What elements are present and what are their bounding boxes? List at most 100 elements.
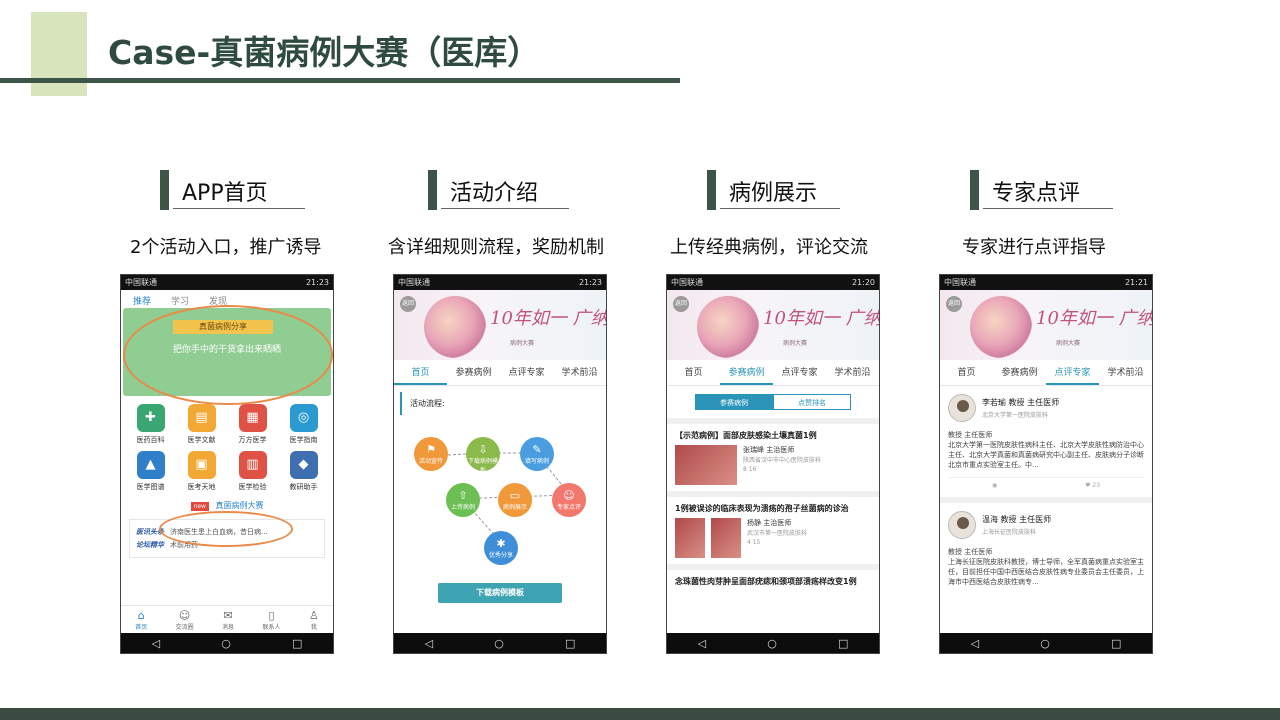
tab-discover[interactable]: 发现 <box>209 294 227 307</box>
avatar <box>948 510 976 539</box>
exam-icon: ▣ <box>187 451 216 479</box>
banner-tag: 病例大赛 <box>783 340 808 347</box>
swirl-logo <box>970 296 1032 358</box>
bottom-tab-contacts[interactable]: ▯ 联系人 <box>262 606 280 633</box>
expert-name: 李若瑜 教授 主任医师 <box>982 398 1060 407</box>
back-icon[interactable]: ◁ <box>152 637 160 650</box>
case-item[interactable]: 【示范病例】面部皮肤感染土壤真菌1例 张瑞峰 主治医师 陕西省汉中市中心医院皮肤… <box>667 418 879 491</box>
highlight-oval-entry <box>159 511 293 547</box>
back-icon[interactable]: ◁ <box>971 637 979 650</box>
section-tabs: 首页 参赛病例 点评专家 学术前沿 <box>940 360 1152 386</box>
grid-item-pedia[interactable]: ✚ 医药百科 <box>125 404 176 445</box>
grid-item-wanfang[interactable]: ▦ 万方医学 <box>227 404 278 445</box>
grid-item-guide[interactable]: ◎ 医学指南 <box>278 404 329 445</box>
expert-meta: ◉ ♥ 23 <box>948 476 1144 489</box>
expert-title: 教授 主任医师 <box>948 547 993 556</box>
bottom-tab-messages[interactable]: ✉ 消息 <box>222 606 234 633</box>
tab-home[interactable]: 首页 <box>940 360 993 385</box>
back-button[interactable]: 返回 <box>946 296 962 312</box>
back-button[interactable]: 返回 <box>673 296 689 312</box>
case-title: 念珠菌性肉芽肿呈面部疣痣和颈项部溃疡样改变1例 <box>675 577 857 586</box>
tab-frontier[interactable]: 学术前沿 <box>826 360 879 385</box>
home-circle-icon[interactable]: ○ <box>221 637 231 650</box>
download-template-button[interactable]: 下载病例模板 <box>438 583 562 603</box>
grid-item-atlas[interactable]: ▲ 医学图谱 <box>125 451 176 492</box>
campaign-banner: 返回 10年如一 广纳真君 病例大赛 <box>667 290 879 360</box>
contest-link[interactable]: 真菌病例大赛 <box>215 501 263 510</box>
tab-experts[interactable]: 点评专家 <box>773 360 826 385</box>
tab-recommend[interactable]: 推荐 <box>133 294 151 307</box>
flow-node-upload: ⇧ 上传病例 <box>446 483 480 517</box>
tab-cases[interactable]: 参赛病例 <box>720 360 773 385</box>
case-stats: 4 15 <box>747 538 761 546</box>
recent-apps-icon[interactable]: □ <box>1111 637 1121 650</box>
expert-org: 北京大学第一医院皮肤科 <box>982 412 1049 419</box>
grid-item-teaching[interactable]: ◆ 教研助手 <box>278 451 329 492</box>
back-icon[interactable]: ◁ <box>698 637 706 650</box>
column-sub-home: 2个活动入口，推广诱导 <box>130 237 322 258</box>
contest-entry[interactable]: new 真菌病例大赛 <box>121 500 333 511</box>
top-tabs: 推荐 学习 发现 <box>121 290 333 307</box>
case-doctor: 杨静 主治医师 <box>747 519 792 527</box>
expert-bio: 上海长征医院皮肤科教授，博士导师，全军真菌病重点实验室主任，目前担任中国中西医结… <box>948 557 1144 586</box>
expert-card[interactable]: 李若瑜 教授 主任医师 北京大学第一医院皮肤科 教授 主任医师 北京大学第一医院… <box>940 386 1152 503</box>
title-accent-block <box>31 12 87 96</box>
seg-cases[interactable]: 参赛病例 <box>695 394 773 410</box>
status-bar: 中国联通 21:20 <box>667 275 879 290</box>
grid-item-lab[interactable]: ▥ 医学检验 <box>227 451 278 492</box>
phone-case-display: 中国联通21:20 返回 10年如一 广纳真君 病例大赛 首页 参赛病例 点评专… <box>666 274 880 654</box>
android-navbar: ◁ ○ □ <box>121 633 333 653</box>
status-bar: 中国联通 21:23 <box>121 275 333 290</box>
column-sub-experts: 专家进行点评指导 <box>962 237 1106 258</box>
compass-icon: ◎ <box>289 404 318 432</box>
title-rule <box>0 78 680 83</box>
case-thumbnail <box>675 445 737 485</box>
recent-apps-icon[interactable]: □ <box>565 637 575 650</box>
tab-study[interactable]: 学习 <box>171 294 189 307</box>
seg-ranking[interactable]: 点赞排名 <box>773 394 851 410</box>
flow-node-download: ⇩ 下载病例模板 <box>466 437 500 474</box>
home-circle-icon[interactable]: ○ <box>494 637 504 650</box>
highlight-oval-banner <box>123 305 333 405</box>
home-icon: ⌂ <box>137 609 145 622</box>
people-icon: ☺ <box>178 609 191 622</box>
new-badge: new <box>190 502 209 511</box>
home-circle-icon[interactable]: ○ <box>767 637 777 650</box>
phone-app-home: 中国联通 21:23 推荐 学习 发现 真菌病例分享 把你手中的干货拿出来晒晒 ✚… <box>120 274 334 654</box>
pill-icon: ✚ <box>136 404 165 432</box>
section-tabs: 首页 参赛病例 点评专家 学术前沿 <box>667 360 879 386</box>
bottom-tab-circle[interactable]: ☺ 交流圈 <box>176 606 194 633</box>
flow-node-fill: ✎ 填写病例 <box>520 437 554 471</box>
flow-node-display: ▭ 病例展示 <box>498 483 532 517</box>
icon-grid: ✚ 医药百科 ▤ 医学文献 ▦ 万方医学 ◎ 医学指南 ▲ 医学图谱 ▣ 医考天地 ▥ 医学检… <box>121 398 333 498</box>
grid-item-literature[interactable]: ▤ 医学文献 <box>176 404 227 445</box>
case-title: 【示范病例】面部皮肤感染土壤真菌1例 <box>675 431 817 440</box>
home-circle-icon[interactable]: ○ <box>1040 637 1050 650</box>
book-icon: ▤ <box>187 404 216 432</box>
back-icon[interactable]: ◁ <box>425 637 433 650</box>
avatar <box>948 394 976 422</box>
recent-apps-icon[interactable]: □ <box>292 637 302 650</box>
bottom-tab-me[interactable]: ♙ 我 <box>309 606 319 633</box>
atlas-icon: ▲ <box>136 451 165 479</box>
footer-bar <box>0 708 1280 720</box>
tab-experts[interactable]: 点评专家 <box>1046 360 1099 385</box>
bottom-tab-home[interactable]: ⌂ 首页 <box>135 606 147 633</box>
grid-item-exam[interactable]: ▣ 医考天地 <box>176 451 227 492</box>
grid-icon: ▦ <box>238 404 267 432</box>
like-count[interactable]: ♥ 23 <box>1085 482 1100 489</box>
tab-home[interactable]: 首页 <box>667 360 720 385</box>
case-item[interactable]: 1例被误诊的临床表现为溃疡的孢子丝菌病的诊治 杨静 主治医师 武汉市第一医院皮肤… <box>667 491 879 564</box>
tab-frontier[interactable]: 学术前沿 <box>1099 360 1152 385</box>
column-sub-cases: 上传经典病例，评论交流 <box>670 237 868 258</box>
case-thumbnail <box>711 518 741 558</box>
case-item[interactable]: 念珠菌性肉芽肿呈面部疣痣和颈项部溃疡样改变1例 <box>667 564 879 597</box>
recent-apps-icon[interactable]: □ <box>838 637 848 650</box>
case-hospital: 陕西省汉中市中心医院皮肤科 <box>743 456 822 464</box>
expert-card[interactable]: 温海 教授 主任医师 上海长征医院皮肤科 教授 主任医师 上海长征医院皮肤科教授… <box>940 503 1152 596</box>
tab-cases[interactable]: 参赛病例 <box>993 360 1046 385</box>
flow-node-promo: ⚑ 活动宣传 <box>414 437 448 471</box>
lab-icon: ▥ <box>238 451 267 479</box>
android-navbar: ◁ ○ □ <box>940 633 1152 653</box>
banner-tag: 病例大赛 <box>1056 340 1081 347</box>
